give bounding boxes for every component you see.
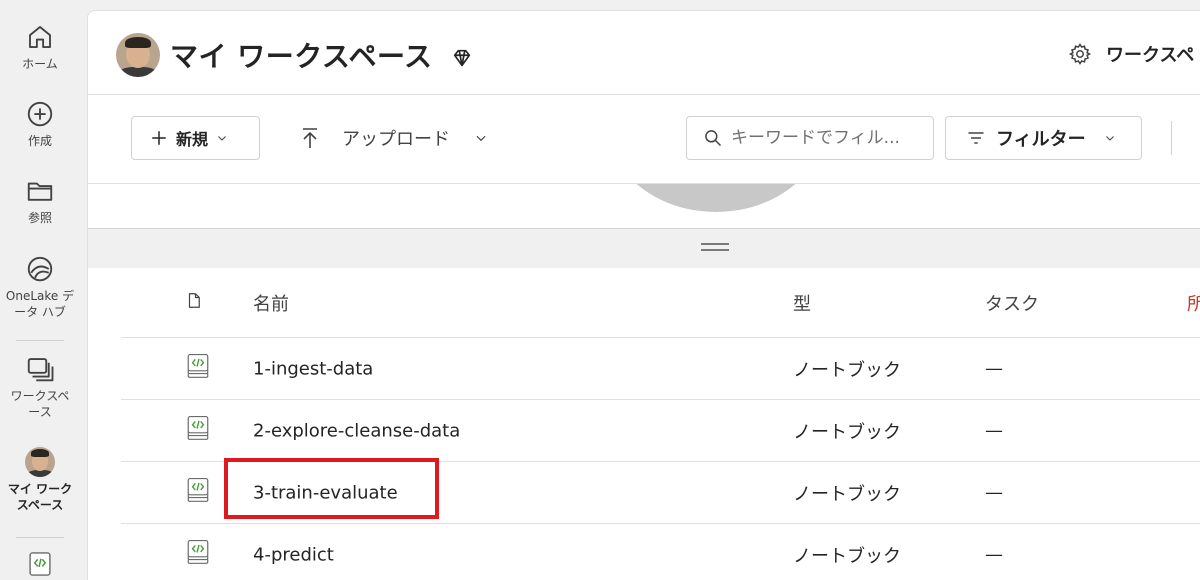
upload-button[interactable]: アップロード bbox=[298, 116, 488, 160]
table-row[interactable]: 4-predict ノートブック — bbox=[121, 524, 1200, 580]
item-name-link[interactable]: 2-explore-cleanse-data bbox=[253, 420, 460, 441]
filter-button[interactable]: フィルター bbox=[945, 116, 1142, 160]
empty-state-illustration bbox=[88, 184, 1200, 228]
item-name-link[interactable]: 4-predict bbox=[253, 544, 334, 565]
rail-item-browse[interactable]: 参照 bbox=[0, 176, 80, 226]
rail-label-my-workspace: マイ ワーク スペース bbox=[7, 482, 73, 512]
premium-diamond-icon bbox=[453, 49, 470, 67]
item-task: — bbox=[985, 544, 1003, 565]
search-icon bbox=[705, 130, 722, 147]
table-body: 1-ingest-data ノートブック — 2-explore-cleanse… bbox=[121, 338, 1200, 580]
item-type: ノートブック bbox=[793, 421, 901, 443]
notebook-icon bbox=[185, 413, 211, 448]
left-rail: ホーム 作成 参照 OneLake デ ータ ハブ ワークスペ ース マイ ワー… bbox=[0, 0, 80, 580]
onelake-icon bbox=[27, 256, 53, 282]
new-button-label: 新規 bbox=[176, 130, 209, 149]
workspace-header: マイ ワークスペース ワークスペ bbox=[88, 11, 1200, 95]
upload-button-label: アップロード bbox=[342, 129, 450, 150]
splitter-grip-icon[interactable] bbox=[701, 243, 729, 251]
table-row[interactable]: 2-explore-cleanse-data ノートブック — bbox=[121, 400, 1200, 462]
workspace-settings-label: ワークスペ bbox=[1106, 45, 1195, 66]
filter-icon bbox=[968, 132, 984, 144]
folder-icon bbox=[27, 182, 53, 201]
rail-item-notebook[interactable] bbox=[0, 550, 80, 578]
item-task: — bbox=[985, 420, 1003, 441]
item-name-link[interactable]: 1-ingest-data bbox=[253, 358, 373, 379]
item-name-link[interactable]: 3-train-evaluate bbox=[253, 482, 398, 503]
rail-item-onelake[interactable]: OneLake デ ータ ハブ bbox=[0, 254, 80, 320]
toolbar-divider bbox=[1171, 121, 1172, 155]
new-button[interactable]: 新規 bbox=[131, 116, 260, 160]
column-header-task[interactable]: タスク bbox=[985, 290, 1039, 316]
avatar bbox=[25, 447, 55, 477]
column-header-type[interactable]: 型 bbox=[793, 290, 811, 316]
column-header-name[interactable]: 名前 bbox=[253, 290, 289, 316]
notebook-icon bbox=[185, 475, 211, 510]
home-icon bbox=[29, 26, 51, 48]
plus-circle-icon bbox=[27, 101, 53, 127]
table-header: 名前 型 タスク 所 bbox=[121, 268, 1200, 338]
rail-divider bbox=[16, 537, 64, 538]
rail-item-create[interactable]: 作成 bbox=[0, 99, 80, 149]
rail-divider bbox=[16, 340, 64, 341]
rail-label-onelake: OneLake デ ータ ハブ bbox=[5, 289, 75, 319]
notebook-icon bbox=[29, 552, 51, 576]
rail-item-home[interactable]: ホーム bbox=[0, 22, 80, 72]
item-task: — bbox=[985, 358, 1003, 379]
workspace-avatar bbox=[116, 33, 160, 77]
items-table: 名前 型 タスク 所 1-ingest-data ノートブック — bbox=[121, 268, 1200, 580]
chevron-down-icon bbox=[1105, 136, 1114, 141]
page-title-text: マイ ワークスペース bbox=[170, 40, 433, 73]
main-panel: マイ ワークスペース ワークスペ 新規 アップロード キーワードでフィル... … bbox=[87, 10, 1200, 580]
item-type: ノートブック bbox=[793, 545, 901, 567]
table-row[interactable]: 1-ingest-data ノートブック — bbox=[121, 338, 1200, 400]
chevron-down-icon bbox=[476, 135, 486, 142]
workspaces-icon bbox=[27, 358, 54, 382]
notebook-icon bbox=[185, 537, 211, 572]
file-icon bbox=[188, 292, 200, 308]
file-type-header bbox=[185, 290, 203, 315]
rail-label-workspaces: ワークスペ ース bbox=[10, 389, 70, 419]
table-row[interactable]: 3-train-evaluate ノートブック — bbox=[121, 462, 1200, 524]
rail-item-my-workspace[interactable]: マイ ワーク スペース bbox=[0, 447, 80, 513]
rail-label-browse: 参照 bbox=[27, 211, 52, 225]
item-task: — bbox=[985, 482, 1003, 503]
filter-button-label: フィルター bbox=[996, 129, 1086, 150]
notebook-icon bbox=[185, 351, 211, 386]
column-header-owner[interactable]: 所 bbox=[1187, 290, 1200, 316]
search-box[interactable] bbox=[686, 116, 934, 160]
plus-icon bbox=[152, 131, 166, 145]
rail-label-home: ホーム bbox=[22, 57, 58, 71]
rail-label-create: 作成 bbox=[27, 134, 52, 148]
toolbar: 新規 アップロード フィルター bbox=[88, 95, 1200, 184]
item-type: ノートブック bbox=[793, 359, 901, 381]
item-type: ノートブック bbox=[793, 483, 901, 505]
rail-item-workspaces[interactable]: ワークスペ ース bbox=[0, 354, 80, 420]
workspace-settings-button[interactable]: ワークスペ bbox=[1068, 41, 1194, 67]
upload-arrow-icon bbox=[303, 128, 317, 148]
pane-splitter[interactable] bbox=[88, 228, 1200, 268]
chevron-down-icon bbox=[218, 136, 226, 141]
page-title: マイ ワークスペース bbox=[170, 35, 473, 75]
search-input[interactable] bbox=[731, 128, 921, 148]
gear-icon bbox=[1068, 43, 1092, 65]
